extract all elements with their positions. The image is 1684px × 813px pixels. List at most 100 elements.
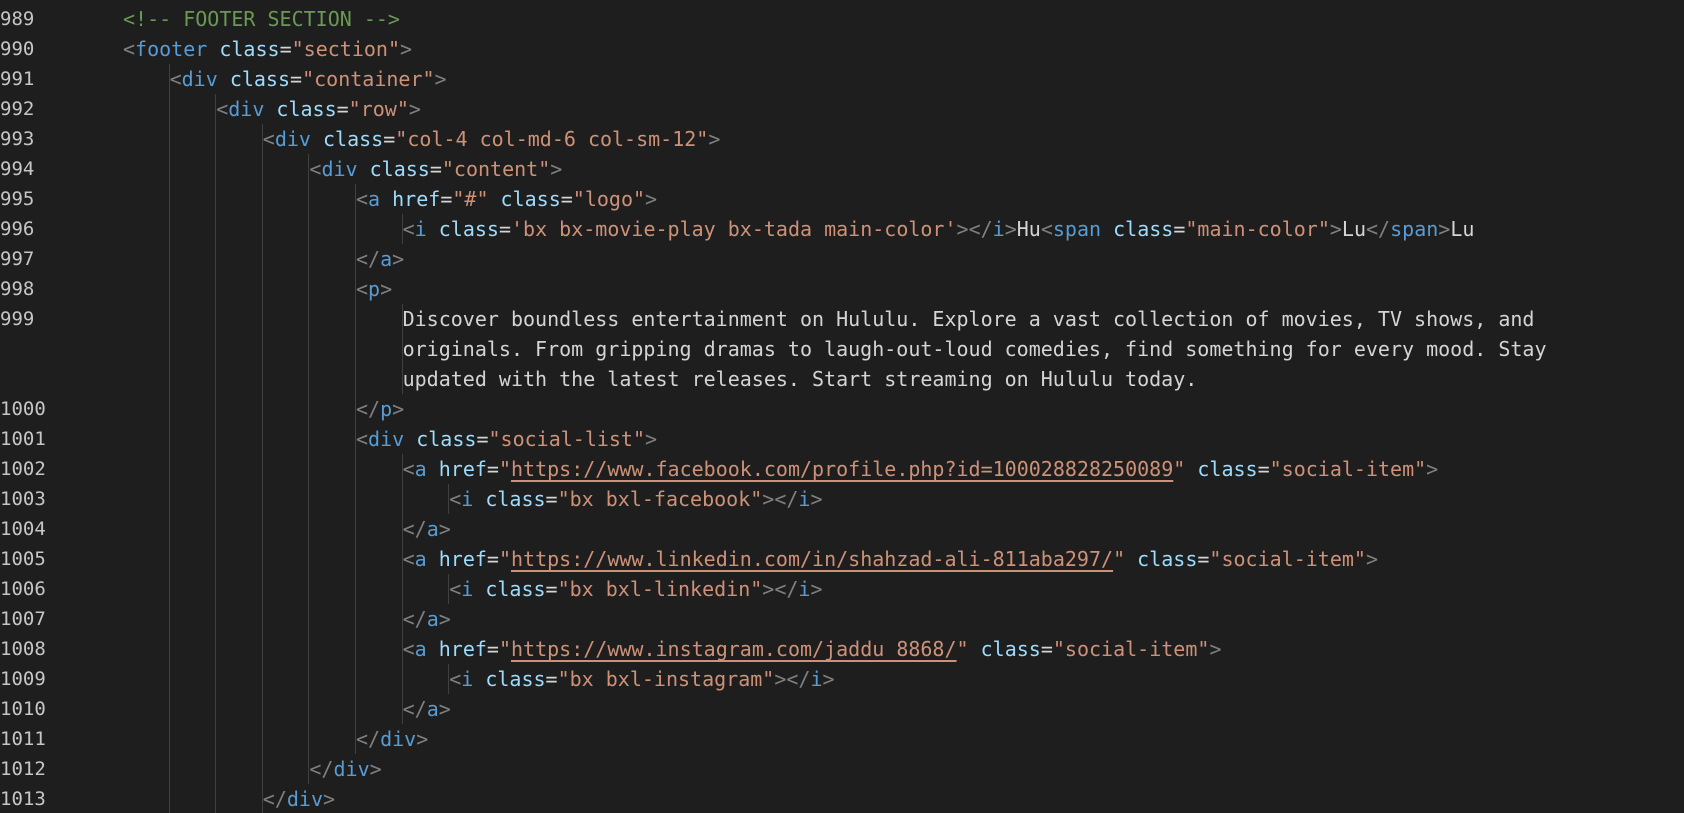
code-line[interactable]: 991 <div class="container"> [0, 64, 1684, 94]
code-line[interactable]: 1010 </a> [0, 694, 1684, 724]
code-token: "main-color" [1185, 217, 1330, 241]
code-line[interactable]: updated with the latest releases. Start … [0, 364, 1684, 394]
code-token: > [434, 67, 447, 91]
code-text[interactable]: <p> [356, 274, 392, 304]
code-token: href [438, 637, 487, 661]
code-token: = [1197, 547, 1210, 571]
code-text[interactable]: <a href="https://www.linkedin.com/in/sha… [403, 544, 1378, 574]
indent-guide [261, 634, 263, 664]
code-text[interactable]: originals. From gripping dramas to laugh… [403, 334, 1547, 364]
code-token: i [798, 577, 811, 601]
code-token: < [449, 577, 462, 601]
code-text[interactable]: <a href="#" class="logo"> [356, 184, 657, 214]
code-line[interactable]: 1002 <a href="https://www.facebook.com/pr… [0, 454, 1684, 484]
url-link[interactable]: https://www.instagram.com/jaddu_8868/ [511, 637, 957, 661]
indent-guide [401, 574, 403, 604]
code-text[interactable]: <i class="bx bxl-instagram"></i> [449, 664, 834, 694]
code-line[interactable]: 992 <div class="row"> [0, 94, 1684, 124]
code-line[interactable]: 1012 </div> [0, 754, 1684, 784]
code-line[interactable]: 1011 </div> [0, 724, 1684, 754]
indent-guide [308, 364, 310, 394]
code-line[interactable]: 990 <footer class="section"> [0, 34, 1684, 64]
code-text[interactable]: </a> [403, 514, 451, 544]
indent-guide [261, 364, 263, 394]
code-token: = [486, 637, 499, 661]
code-text[interactable]: <a href="https://www.instagram.com/jaddu… [403, 634, 1222, 664]
code-text[interactable]: <i class='bx bx-movie-play bx-tada main-… [403, 214, 1475, 244]
line-number: 1011 [0, 728, 46, 750]
code-text[interactable]: <div class="col-4 col-md-6 col-sm-12"> [263, 124, 721, 154]
url-link[interactable]: https://www.linkedin.com/in/shahzad-ali-… [511, 547, 1113, 571]
line-number: 1004 [0, 518, 46, 540]
code-token: "social-item" [1052, 637, 1210, 661]
code-line[interactable]: 1003 <i class="bx bxl-facebook"></i> [0, 484, 1684, 514]
indent-guide [215, 184, 217, 214]
code-text[interactable]: <div class="container"> [170, 64, 447, 94]
indent-guide [168, 544, 170, 574]
indent-guide [308, 334, 310, 364]
code-text[interactable]: </a> [403, 604, 451, 634]
indent-guide [168, 424, 170, 454]
code-line[interactable]: 996 <i class='bx bx-movie-play bx-tada ma… [0, 214, 1684, 244]
code-token: < [356, 277, 369, 301]
code-token: div [368, 427, 405, 451]
code-line[interactable]: 1008 <a href="https://www.instagram.com/j… [0, 634, 1684, 664]
code-text[interactable]: <!-- FOOTER SECTION --> [123, 4, 400, 34]
code-line[interactable]: originals. From gripping dramas to laugh… [0, 334, 1684, 364]
code-line[interactable]: 1000 </p> [0, 394, 1684, 424]
indent-guide [401, 664, 403, 694]
code-line[interactable]: 1009 <i class="bx bxl-instagram"></i> [0, 664, 1684, 694]
code-line[interactable]: 1005 <a href="https://www.linkedin.com/in… [0, 544, 1684, 574]
code-line[interactable]: 997 </a> [0, 244, 1684, 274]
code-line[interactable]: 993 <div class="col-4 col-md-6 col-sm-12"… [0, 124, 1684, 154]
code-text[interactable]: Discover boundless entertainment on Hulu… [403, 304, 1535, 334]
indent-guide [168, 454, 170, 484]
indent-guide [308, 694, 310, 724]
code-text[interactable]: </a> [356, 244, 404, 274]
code-text[interactable]: </div> [309, 754, 381, 784]
code-token: </ [402, 607, 427, 631]
code-text[interactable]: <footer class="section"> [123, 34, 412, 64]
code-line[interactable]: 1001 <div class="social-list"> [0, 424, 1684, 454]
code-line[interactable]: 1006 <i class="bx bxl-linkedin"></i> [0, 574, 1684, 604]
code-editor[interactable]: 989 <!-- FOOTER SECTION --> 990 <footer cla… [0, 0, 1684, 813]
code-text[interactable]: updated with the latest releases. Start … [403, 364, 1198, 394]
code-line[interactable]: 1004 </a> [0, 514, 1684, 544]
code-token: ></ [956, 217, 993, 241]
code-text[interactable]: <i class="bx bxl-linkedin"></i> [449, 574, 822, 604]
code-token: class [438, 217, 499, 241]
code-text[interactable]: <div class="social-list"> [356, 424, 657, 454]
code-line[interactable]: 999 Discover boundless entertainment on H… [0, 304, 1684, 334]
code-token: < [402, 547, 415, 571]
code-line[interactable]: 995 <a href="#" class="logo"> [0, 184, 1684, 214]
code-text[interactable]: </a> [403, 694, 451, 724]
code-token: > [399, 37, 413, 61]
code-text[interactable]: <a href="https://www.facebook.com/profil… [403, 454, 1439, 484]
code-token: = [545, 577, 558, 601]
indent-guide [355, 334, 356, 364]
code-text[interactable]: </p> [356, 394, 404, 424]
code-lines[interactable]: 989 <!-- FOOTER SECTION --> 990 <footer cla… [0, 4, 1684, 813]
code-text[interactable]: <div class="content"> [309, 154, 562, 184]
code-token: </ [309, 757, 334, 781]
code-token: = [560, 187, 573, 211]
code-token: "row" [348, 97, 409, 121]
code-line[interactable]: 998 <p> [0, 274, 1684, 304]
indent-guide [215, 784, 217, 813]
code-token: updated with the latest releases. Start … [402, 367, 1198, 391]
url-link[interactable]: https://www.facebook.com/profile.php?id=… [511, 457, 1173, 481]
line-number: 991 [0, 68, 35, 90]
code-line[interactable]: 1007 </a> [0, 604, 1684, 634]
indent-guide [168, 784, 170, 813]
code-line[interactable]: 994 <div class="content"> [0, 154, 1684, 184]
code-text[interactable]: </div> [263, 784, 335, 813]
indent-guide [308, 304, 310, 334]
code-text[interactable]: <div class="row"> [216, 94, 421, 124]
code-text[interactable]: </div> [356, 724, 428, 754]
indent-guide [168, 154, 170, 184]
code-line[interactable]: 1013 </div> [0, 784, 1684, 813]
code-text[interactable]: <i class="bx bxl-facebook"></i> [449, 484, 822, 514]
code-line[interactable]: 989 <!-- FOOTER SECTION --> [0, 4, 1684, 34]
